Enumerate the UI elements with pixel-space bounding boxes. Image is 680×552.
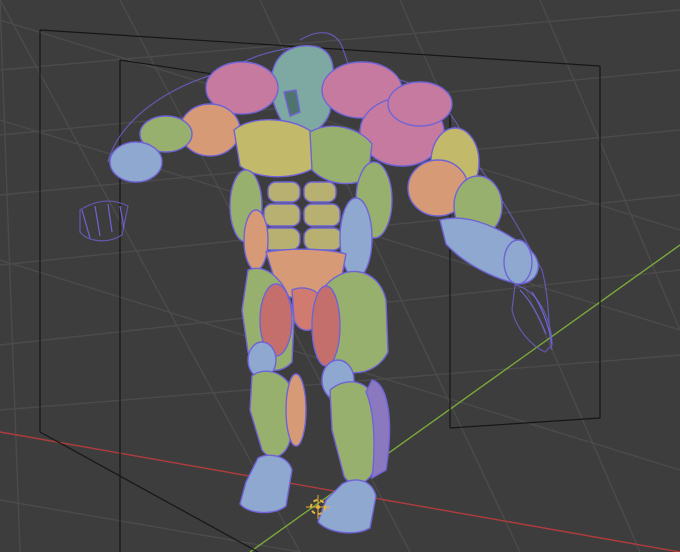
left-pec[interactable]: [233, 119, 315, 178]
left-calf-inner[interactable]: [285, 373, 307, 447]
3d-viewport[interactable]: [0, 0, 680, 552]
left-forearm[interactable]: [109, 141, 163, 183]
right-inner-thigh[interactable]: [311, 285, 341, 367]
left-serratus[interactable]: [243, 209, 269, 271]
right-oblique[interactable]: [339, 197, 373, 279]
right-wrist[interactable]: [503, 239, 533, 285]
viewport-canvas[interactable]: [0, 0, 680, 552]
right-delt-rear[interactable]: [387, 81, 453, 127]
